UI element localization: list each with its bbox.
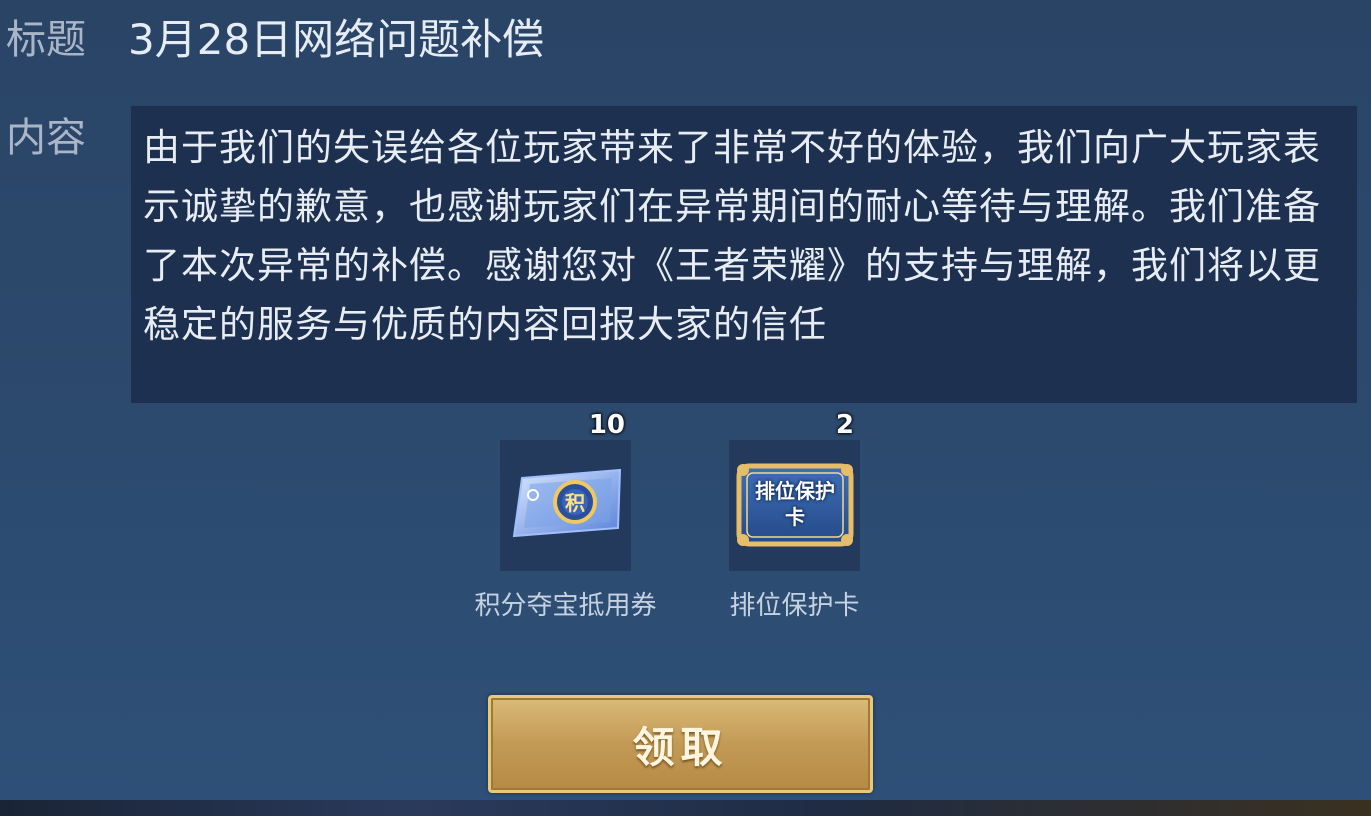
content-label: 内容 [6, 115, 86, 161]
card-icon-text: 排位保护卡 [755, 479, 835, 529]
claim-button-label: 领取 [632, 722, 729, 772]
lottery-voucher-icon: 积 [500, 440, 631, 571]
reward-name: 积分夺宝抵用券 [474, 591, 657, 621]
reward-count: 2 [835, 410, 854, 440]
reward-name: 排位保护卡 [729, 591, 860, 621]
mail-title: 3月28日网络问题补偿 [128, 15, 545, 64]
background-scene-strip [0, 800, 1371, 816]
mail-detail-panel: 标题 3月28日网络问题补偿 内容 由于我们的失误给各位玩家带来了非常不好的体验… [0, 0, 1371, 800]
mail-content-text: 由于我们的失误给各位玩家带来了非常不好的体验，我们向广大玩家表示诚挚的歉意，也感… [143, 126, 1321, 346]
title-label: 标题 [6, 17, 86, 63]
claim-button[interactable]: 领取 [488, 695, 873, 793]
mail-content-box[interactable]: 由于我们的失误给各位玩家带来了非常不好的体验，我们向广大玩家表示诚挚的歉意，也感… [131, 106, 1357, 403]
rank-protection-card-icon: 排位保护卡 [729, 440, 860, 571]
reward-count: 10 [588, 410, 625, 440]
voucher-icon-glyph: 积 [565, 491, 585, 515]
